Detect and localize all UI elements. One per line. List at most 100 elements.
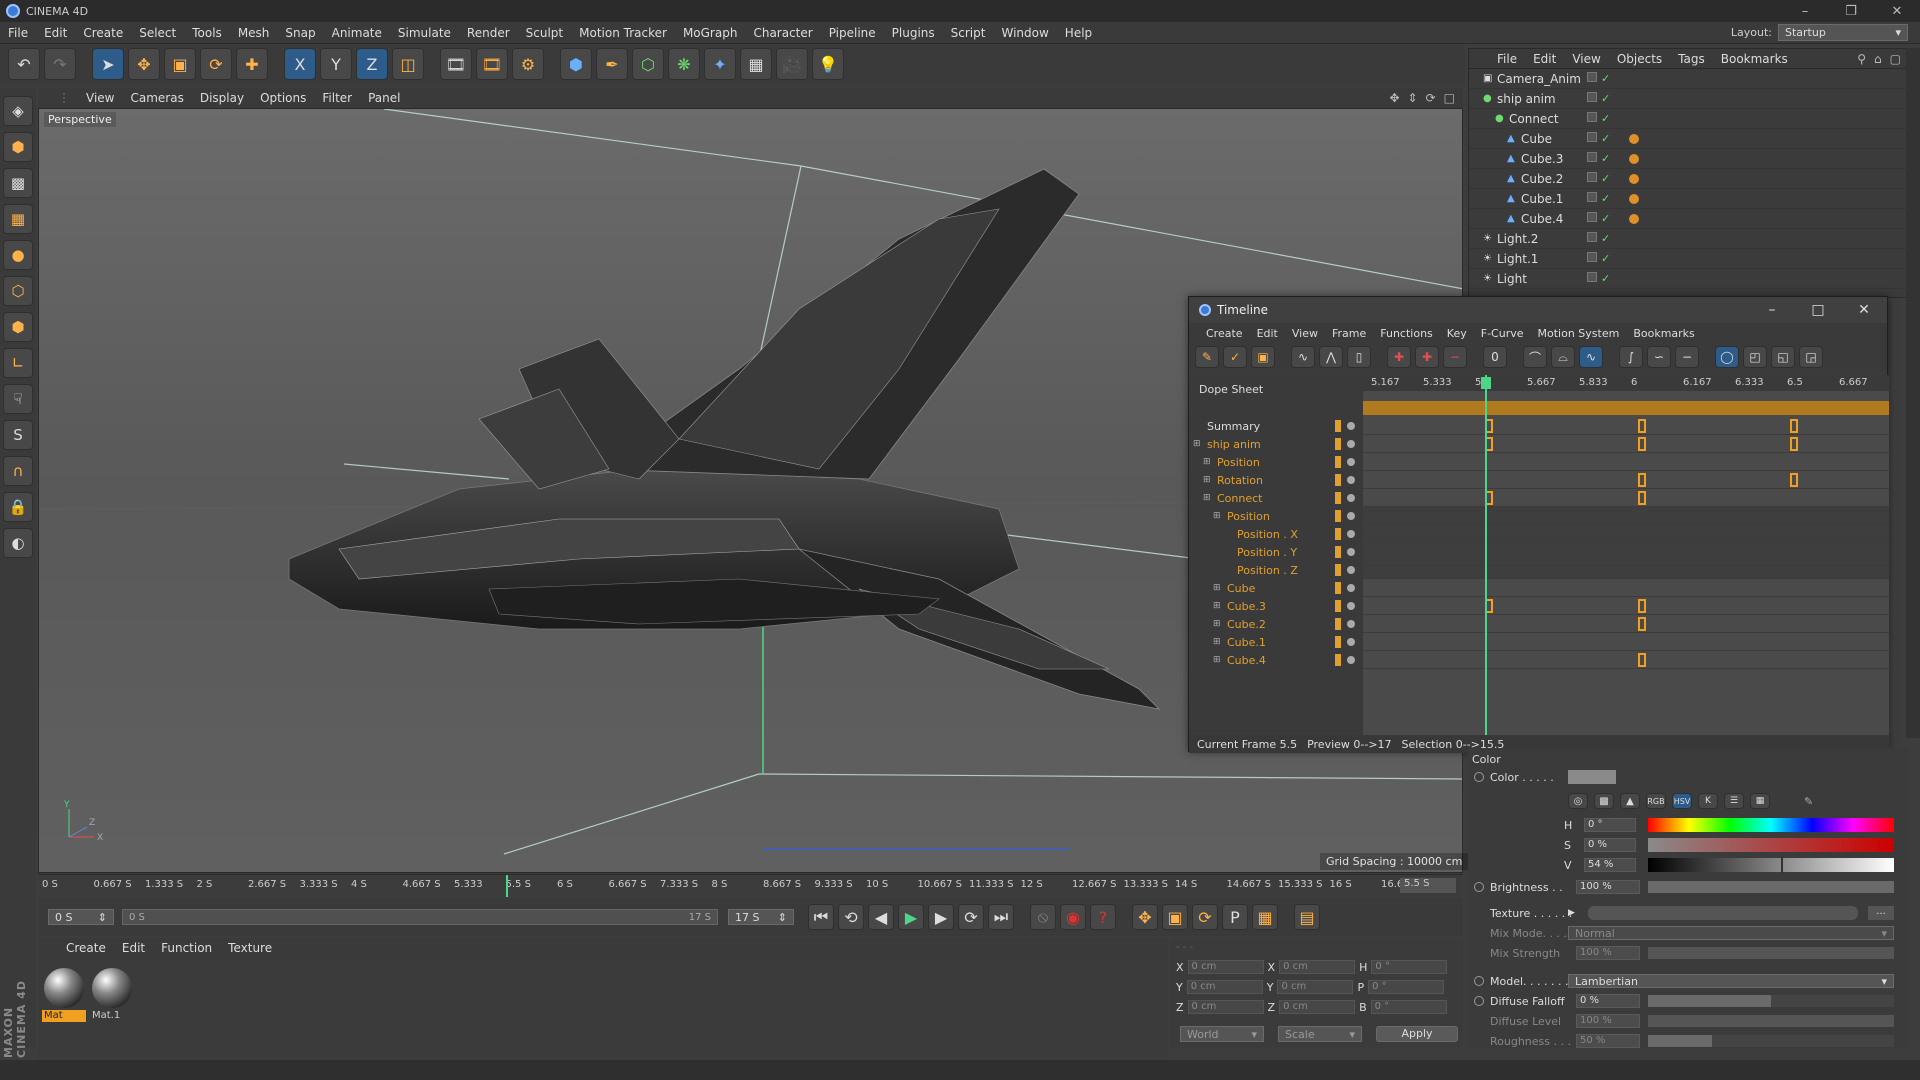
- lock-workplane-icon[interactable]: 🔒: [3, 492, 33, 522]
- layer-icon[interactable]: [1587, 132, 1597, 142]
- start-time-field[interactable]: 0 S ⇕: [48, 909, 114, 925]
- layer-icon[interactable]: [1587, 232, 1597, 242]
- coord-value-field[interactable]: 0 cm: [1279, 960, 1356, 974]
- key-lock-icon[interactable]: [1335, 456, 1341, 468]
- visibility-flags[interactable]: ✓: [1587, 132, 1610, 145]
- value-slider-handle[interactable]: [1780, 856, 1783, 874]
- ease-in-icon[interactable]: ⌒: [1523, 346, 1547, 368]
- pan-view-icon[interactable]: ✥: [1389, 91, 1399, 105]
- object-row[interactable]: ☀ Light.1 ✓: [1469, 249, 1907, 269]
- track-row-position-y[interactable]: Position . Y: [1189, 543, 1363, 561]
- visibility-flags[interactable]: ✓: [1587, 72, 1610, 85]
- timeline-menu-motion-system[interactable]: Motion System: [1531, 327, 1627, 340]
- planar-workplane-icon[interactable]: ◐: [3, 528, 33, 558]
- menu-plugins[interactable]: Plugins: [884, 26, 943, 40]
- scale-icon[interactable]: ▣: [164, 48, 196, 80]
- subdivision-icon[interactable]: ⬡: [632, 48, 664, 80]
- coord-space-dropdown[interactable]: World ▾: [1180, 1026, 1264, 1042]
- move-icon[interactable]: ✥: [128, 48, 160, 80]
- range-slider[interactable]: 0 S 17 S: [122, 909, 718, 925]
- enabled-check-icon[interactable]: ✓: [1601, 212, 1610, 225]
- key-lock-icon[interactable]: [1335, 546, 1341, 558]
- key-track[interactable]: [1363, 597, 1889, 615]
- timeline-title-bar[interactable]: Timeline – □ ✕: [1189, 297, 1887, 323]
- curve-linear-icon[interactable]: ⋀: [1319, 346, 1343, 368]
- rgb-icon[interactable]: RGB: [1646, 793, 1666, 809]
- current-time-field[interactable]: 5.5 S: [1400, 878, 1456, 893]
- layer-icon[interactable]: [1587, 272, 1597, 282]
- next-frame-icon[interactable]: ▶: [928, 904, 954, 930]
- render-settings-icon[interactable]: ⚙: [512, 48, 544, 80]
- track-solo-icon[interactable]: [1347, 620, 1355, 628]
- menu-tools[interactable]: Tools: [184, 26, 230, 40]
- enabled-check-icon[interactable]: ✓: [1601, 132, 1610, 145]
- track-solo-icon[interactable]: [1347, 440, 1355, 448]
- timeline-menu-functions[interactable]: Functions: [1373, 327, 1440, 340]
- track-solo-icon[interactable]: [1347, 548, 1355, 556]
- key-track[interactable]: [1363, 489, 1889, 507]
- track-solo-icon[interactable]: [1347, 602, 1355, 610]
- timeline-menu-edit[interactable]: Edit: [1250, 327, 1285, 340]
- key-track[interactable]: [1363, 633, 1889, 651]
- animate-brightness-icon[interactable]: [1474, 882, 1484, 892]
- time-ruler[interactable]: 0 S 0.667 S 1.333 S 2 S 2.667 S 3.333 S 4 S 4.6…: [38, 874, 1463, 897]
- close-icon[interactable]: ✕: [1841, 302, 1887, 318]
- key-lock-icon[interactable]: [1335, 600, 1341, 612]
- motion-mode-icon[interactable]: ▣: [1251, 346, 1275, 368]
- cube-object-icon[interactable]: ⬢: [560, 48, 592, 80]
- rotate-icon[interactable]: ⟳: [200, 48, 232, 80]
- key-track[interactable]: [1363, 579, 1889, 597]
- end-time-field[interactable]: 17 S ⇕: [728, 909, 794, 925]
- hsv-icon[interactable]: HSV: [1672, 793, 1692, 809]
- spectrum-icon[interactable]: ▩: [1594, 793, 1614, 809]
- track-solo-icon[interactable]: [1347, 422, 1355, 430]
- swatches-icon[interactable]: ▦: [1750, 793, 1770, 809]
- mixer-icon[interactable]: ☰: [1724, 793, 1744, 809]
- maximize-icon[interactable]: □: [1795, 302, 1841, 318]
- magnet-icon[interactable]: ∩: [3, 456, 33, 486]
- curve-auto-icon[interactable]: ∿: [1291, 346, 1315, 368]
- menu-create[interactable]: Create: [75, 26, 131, 40]
- add-key-all-icon[interactable]: ✚: [1415, 346, 1439, 368]
- saturation-slider[interactable]: [1648, 838, 1894, 852]
- key-pla-icon[interactable]: ▦: [1252, 904, 1278, 930]
- value-field[interactable]: 54 %: [1584, 858, 1636, 872]
- brightness-slider[interactable]: [1648, 881, 1894, 893]
- search-icon[interactable]: ⚲: [1857, 52, 1866, 66]
- coord-value-field[interactable]: 0 cm: [1187, 1000, 1264, 1014]
- timeline-menu-f-curve[interactable]: F-Curve: [1474, 327, 1531, 340]
- color-swatch[interactable]: [1568, 770, 1616, 784]
- coord-value-field[interactable]: 0 cm: [1187, 960, 1264, 974]
- timeline-menu-key[interactable]: Key: [1440, 327, 1474, 340]
- layer-icon[interactable]: [1587, 112, 1597, 122]
- playhead-marker[interactable]: [1485, 375, 1487, 735]
- track-solo-icon[interactable]: [1347, 530, 1355, 538]
- zoom-view-icon[interactable]: ⇕: [1408, 91, 1418, 105]
- rotate-view-icon[interactable]: ⟳: [1426, 91, 1436, 105]
- layer-icon[interactable]: [1587, 212, 1597, 222]
- key-rotation-icon[interactable]: ⟳: [1192, 904, 1218, 930]
- menu-select[interactable]: Select: [131, 26, 184, 40]
- track-solo-icon[interactable]: [1347, 584, 1355, 592]
- menu-motion-tracker[interactable]: Motion Tracker: [571, 26, 675, 40]
- timeline-menu-frame[interactable]: Frame: [1325, 327, 1373, 340]
- layer-icon[interactable]: [1587, 92, 1597, 102]
- spline-pen-icon[interactable]: ✒: [596, 48, 628, 80]
- eyedropper-icon[interactable]: ✎: [1804, 795, 1813, 808]
- value-slider[interactable]: [1648, 858, 1894, 872]
- saturation-field[interactable]: 0 %: [1584, 838, 1636, 852]
- spline-icon[interactable]: ∫: [1619, 346, 1643, 368]
- expand-icon[interactable]: ⊞: [1203, 493, 1211, 503]
- keyframe[interactable]: [1637, 653, 1646, 667]
- floor-icon[interactable]: ▦: [740, 48, 772, 80]
- timeline-layout-icon[interactable]: ▤: [1294, 904, 1320, 930]
- timeline-menu-view[interactable]: View: [1285, 327, 1325, 340]
- time-playhead[interactable]: [505, 875, 508, 897]
- record-icon[interactable]: ◉: [1060, 904, 1086, 930]
- key-track[interactable]: [1363, 417, 1889, 435]
- motion-record-icon[interactable]: ⦸: [1030, 904, 1056, 930]
- mix-strength-slider[interactable]: [1648, 947, 1894, 959]
- view-frame-icon[interactable]: ◰: [1743, 346, 1767, 368]
- close-icon[interactable]: ✕: [1874, 0, 1920, 22]
- menu-mograph[interactable]: MoGraph: [675, 26, 746, 40]
